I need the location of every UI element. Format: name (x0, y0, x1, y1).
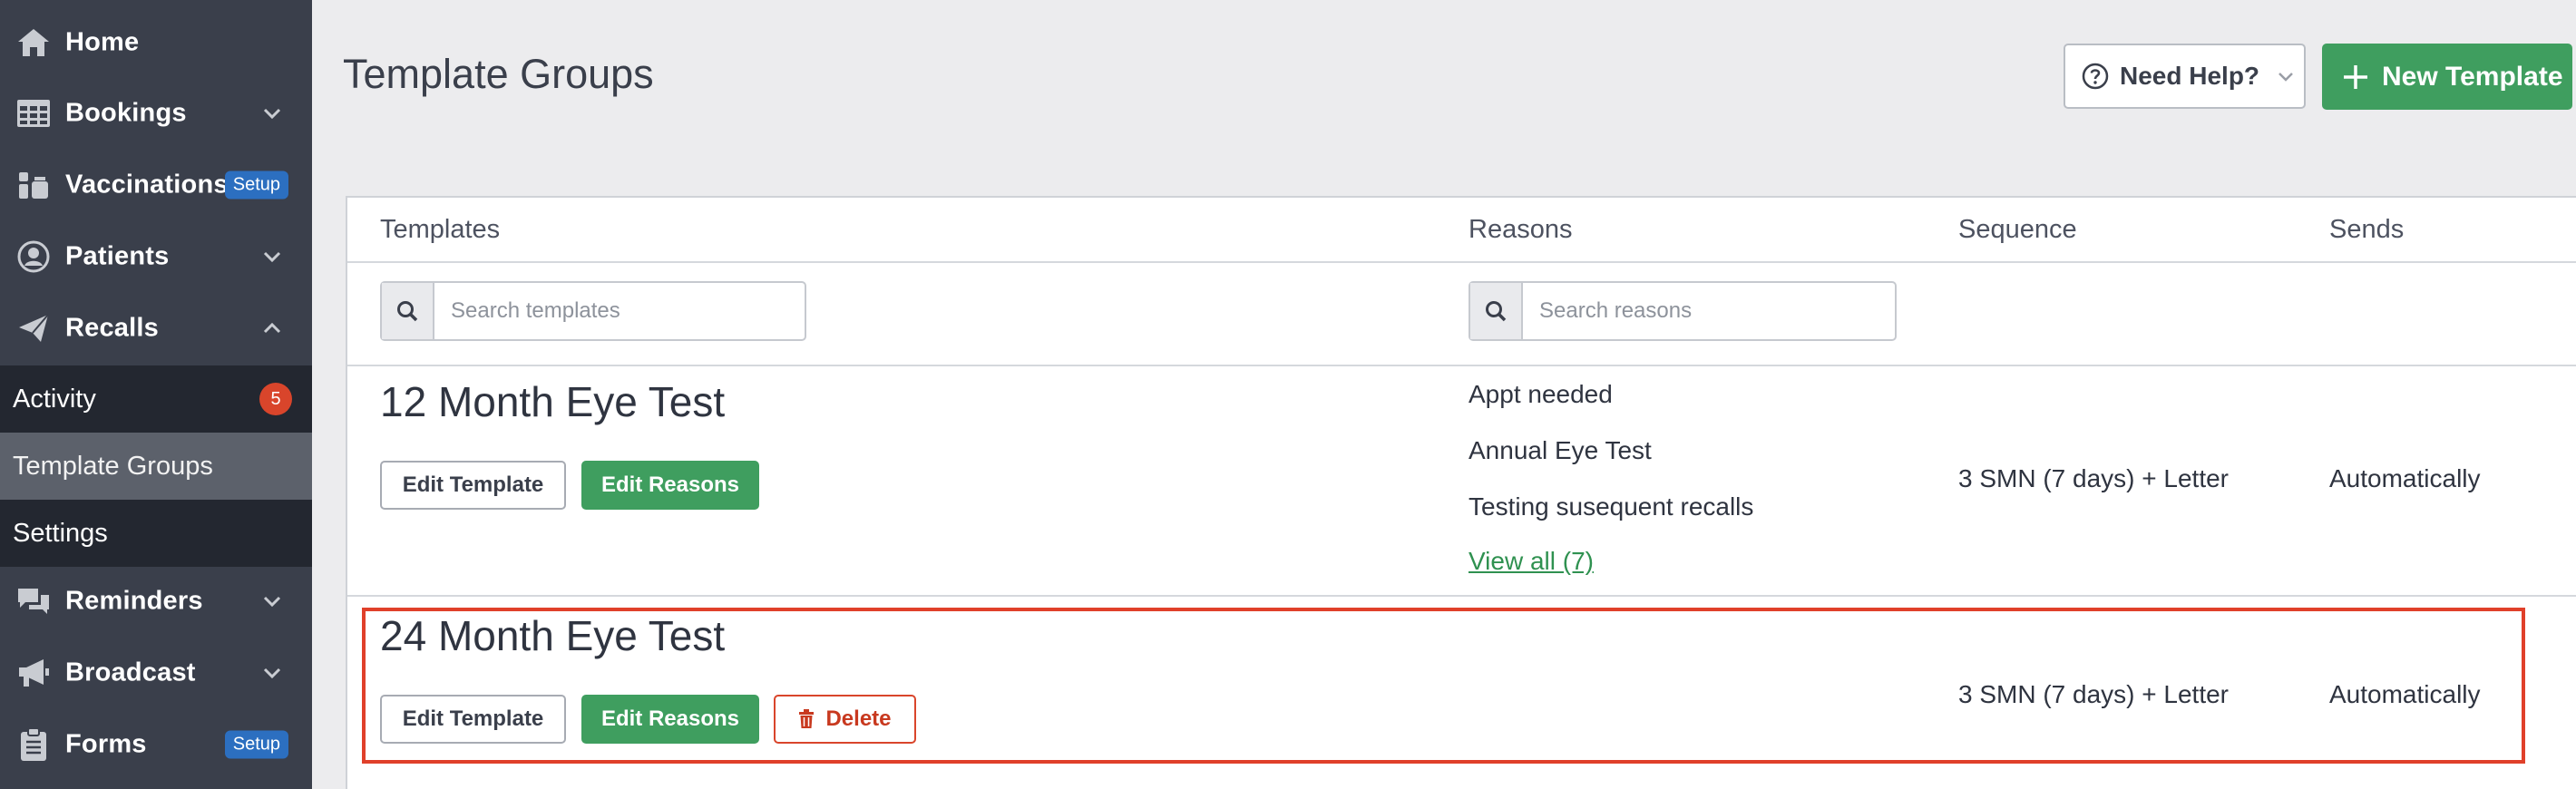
search-icon (1470, 283, 1523, 339)
paper-plane-icon (15, 309, 53, 347)
sidebar-item-label: Broadcast (65, 658, 196, 687)
sidebar-item-label: Vaccinations (65, 170, 229, 200)
chevron-down-icon (263, 251, 281, 263)
sidebar-item-recalls[interactable]: Recalls (0, 293, 312, 364)
sends-cell: Automatically (2329, 464, 2481, 492)
sends-cell: Automatically (2329, 680, 2481, 708)
delete-button[interactable]: Delete (774, 695, 916, 744)
edit-reasons-button[interactable]: Edit Reasons (581, 695, 759, 744)
sidebar-item-label: Recalls (65, 313, 159, 343)
column-header-templates: Templates (380, 214, 501, 244)
search-templates (380, 281, 806, 341)
sidebar-item-label: Patients (65, 241, 170, 271)
sequence-cell: 3 SMN (7 days) + Letter (1958, 464, 2230, 492)
edit-template-button[interactable]: Edit Template (380, 695, 566, 744)
edit-reasons-button[interactable]: Edit Reasons (581, 461, 759, 510)
template-name: 12 Month Eye Test (380, 378, 726, 425)
chevron-down-icon (2278, 73, 2293, 82)
sidebar-subitem-label: Activity (13, 384, 96, 414)
search-reasons-input[interactable] (1523, 283, 1895, 339)
sidebar-item-forms[interactable]: Forms Setup (0, 709, 312, 780)
chevron-down-icon (263, 667, 281, 679)
sidebar-item-bookings[interactable]: Bookings (0, 78, 312, 149)
trash-icon (799, 709, 815, 728)
sidebar-item-label: Home (65, 27, 140, 57)
sidebar-subitem-template-groups[interactable]: Template Groups (0, 433, 312, 500)
template-groups-table: Templates Reasons Sequence Sends 12 Mont… (346, 196, 2576, 789)
divider (347, 261, 2576, 263)
template-name: 24 Month Eye Test (380, 612, 726, 659)
activity-count-badge: 5 (259, 383, 292, 415)
divider (347, 365, 2576, 366)
column-header-sequence: Sequence (1958, 214, 2077, 244)
sidebar-item-label: Reminders (65, 586, 203, 616)
page-title: Template Groups (343, 51, 654, 97)
sidebar-item-home[interactable]: Home (0, 7, 312, 78)
need-help-label: Need Help? (2120, 62, 2260, 90)
new-template-button[interactable]: New Template (2322, 44, 2572, 110)
clipboard-icon (15, 726, 53, 764)
setup-badge: Setup (224, 170, 288, 200)
reason-item: Appt needed (1469, 380, 1613, 408)
sidebar-item-label: Bookings (65, 98, 187, 128)
sidebar: Home Bookings Vaccinations Setup Patient… (0, 0, 312, 789)
sidebar-item-broadcast[interactable]: Broadcast (0, 638, 312, 708)
calendar-grid-icon (15, 94, 53, 132)
setup-badge: Setup (224, 730, 288, 759)
chevron-up-icon (263, 322, 281, 334)
chevron-down-icon (263, 596, 281, 608)
sidebar-subitem-label: Template Groups (13, 451, 213, 481)
sidebar-item-label: Forms (65, 729, 147, 759)
sidebar-item-patients[interactable]: Patients (0, 221, 312, 292)
sidebar-subitem-settings[interactable]: Settings (0, 500, 312, 567)
search-icon (382, 283, 434, 339)
need-help-button[interactable]: Need Help? (2064, 44, 2306, 109)
plus-icon (2344, 64, 2367, 89)
user-circle-icon (15, 238, 53, 276)
edit-template-button[interactable]: Edit Template (380, 461, 566, 510)
home-icon (15, 24, 53, 62)
divider (347, 595, 2576, 597)
sidebar-subitem-activity[interactable]: Activity 5 (0, 365, 312, 433)
megaphone-icon (15, 654, 53, 692)
column-header-sends: Sends (2329, 214, 2405, 244)
delete-label: Delete (825, 706, 892, 731)
chevron-down-icon (263, 108, 281, 120)
view-all-reasons-link[interactable]: View all (7) (1469, 547, 1594, 576)
column-header-reasons: Reasons (1469, 214, 1573, 244)
search-templates-input[interactable] (434, 283, 805, 339)
vials-icon (15, 166, 53, 204)
comments-icon (15, 582, 53, 620)
new-template-label: New Template (2382, 61, 2563, 92)
question-circle-icon (2082, 63, 2109, 90)
reason-item: Annual Eye Test (1469, 436, 1652, 464)
sidebar-subitem-label: Settings (13, 518, 108, 548)
search-reasons (1469, 281, 1897, 341)
sidebar-item-vaccinations[interactable]: Vaccinations Setup (0, 150, 312, 220)
sequence-cell: 3 SMN (7 days) + Letter (1958, 680, 2230, 708)
sidebar-item-reminders[interactable]: Reminders (0, 566, 312, 637)
reason-item: Testing susequent recalls (1469, 492, 1754, 521)
